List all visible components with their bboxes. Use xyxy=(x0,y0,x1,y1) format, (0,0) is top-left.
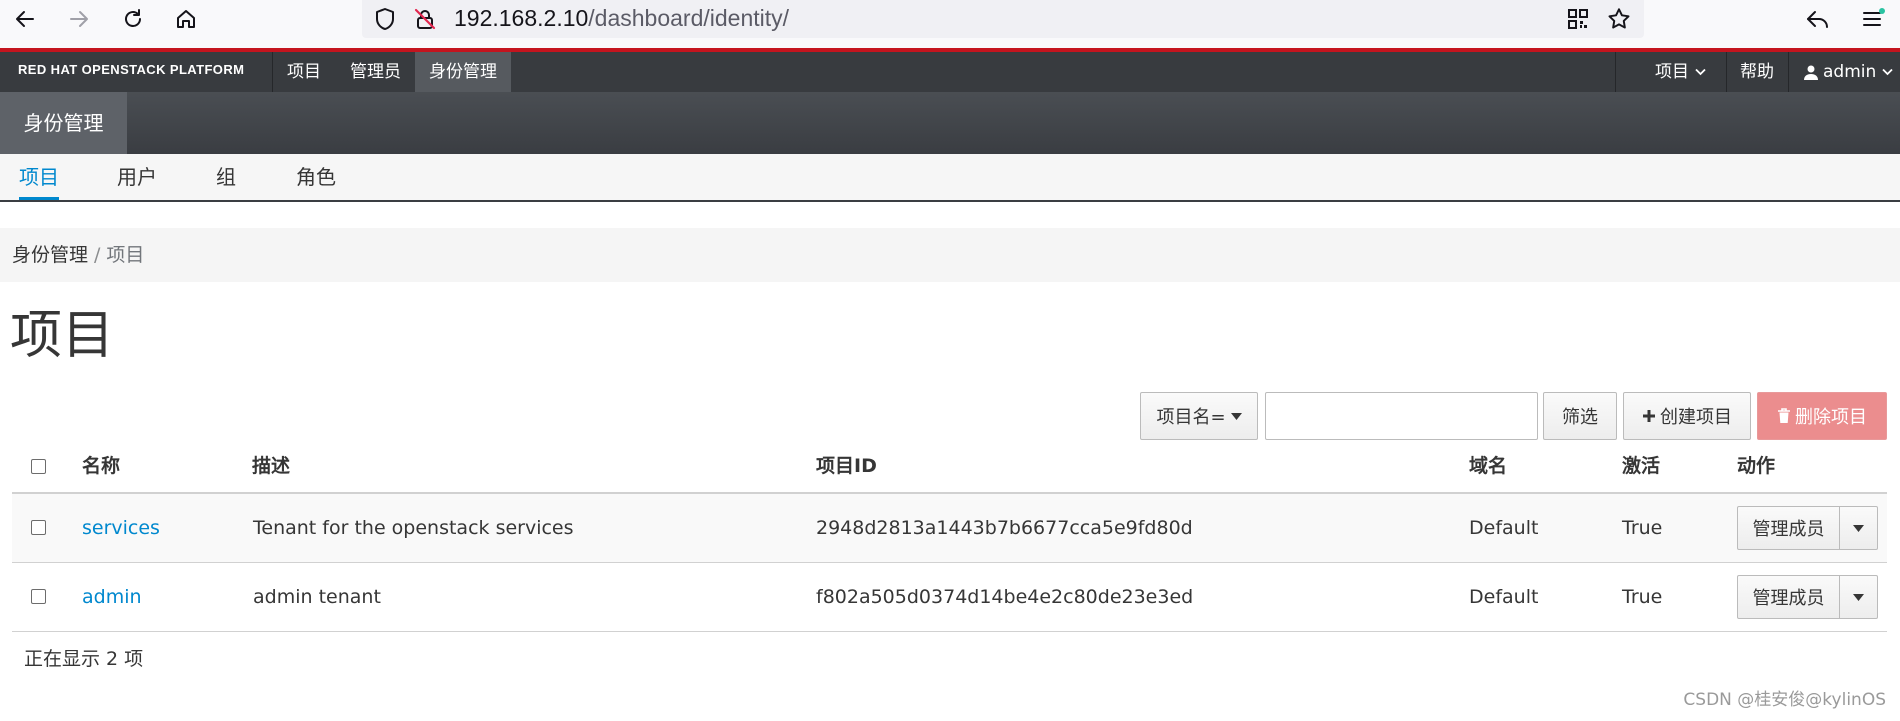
project-dropdown-label: 项目 xyxy=(1655,62,1689,82)
table-header: 名称 描述 项目ID 域名 激活 动作 xyxy=(12,440,1887,494)
project-description: Tenant for the openstack services xyxy=(253,517,574,539)
row-checkbox[interactable] xyxy=(31,589,46,604)
browser-toolbar: 192.168.2.10/dashboard/identity/ xyxy=(0,0,1900,49)
nav-divider xyxy=(1788,52,1789,92)
tab-users[interactable]: 用户 xyxy=(117,154,157,200)
delete-project-label: 删除项目 xyxy=(1795,407,1867,428)
project-name-link[interactable]: admin xyxy=(82,563,142,631)
create-project-label: 创建项目 xyxy=(1660,407,1732,428)
manage-members-button[interactable]: 管理成员 xyxy=(1737,506,1840,550)
user-dropdown[interactable]: admin xyxy=(1790,52,1900,92)
topnav-item-identity[interactable]: 身份管理 xyxy=(415,52,511,92)
breadcrumb: 身份管理 / 项目 xyxy=(0,228,1900,282)
row-actions-dropdown-toggle[interactable] xyxy=(1840,575,1878,619)
help-link[interactable]: 帮助 xyxy=(1726,52,1788,92)
user-dropdown-label: admin xyxy=(1823,62,1877,82)
share-back-icon xyxy=(1807,11,1828,28)
select-all-checkbox[interactable] xyxy=(31,459,46,474)
insecure-lock-icon xyxy=(414,8,436,30)
shield-icon xyxy=(376,8,394,30)
project-enabled: True xyxy=(1622,586,1663,608)
bookmark-star-icon xyxy=(1608,8,1630,29)
home-icon xyxy=(177,10,195,28)
connection-insecure-button[interactable] xyxy=(410,4,440,34)
breadcrumb-current: 项目 xyxy=(106,244,145,266)
user-icon xyxy=(1804,65,1818,80)
project-id: f802a505d0374d14be4e2c80de23e3ed xyxy=(816,586,1194,608)
table-row: admin admin tenant f802a505d0374d14be4e2… xyxy=(12,563,1887,632)
url-path: /dashboard/identity/ xyxy=(588,5,790,31)
address-bar[interactable]: 192.168.2.10/dashboard/identity/ xyxy=(362,0,1644,38)
bookmark-button[interactable] xyxy=(1604,4,1634,34)
breadcrumb-root[interactable]: 身份管理 xyxy=(12,244,88,266)
column-header-project-id[interactable]: 项目ID xyxy=(816,440,877,492)
back-button[interactable] xyxy=(6,2,44,36)
project-name-link[interactable]: services xyxy=(82,494,160,562)
item-count: 正在显示 2 项 xyxy=(24,648,144,670)
reload-icon xyxy=(125,9,141,27)
brand-logo[interactable]: RED HAT OPENSTACK PLATFORM xyxy=(18,52,244,92)
qr-code-button[interactable] xyxy=(1563,4,1593,34)
row-actions-dropdown-toggle[interactable] xyxy=(1840,506,1878,550)
row-actions: 管理成员 xyxy=(1737,575,1878,619)
project-enabled: True xyxy=(1622,517,1663,539)
trash-icon xyxy=(1778,408,1790,423)
manage-members-button[interactable]: 管理成员 xyxy=(1737,575,1840,619)
nav-divider xyxy=(1615,52,1616,92)
project-domain: Default xyxy=(1469,517,1539,539)
tab-projects[interactable]: 项目 xyxy=(19,154,59,200)
qr-code-icon xyxy=(1568,9,1588,29)
chevron-down-icon xyxy=(1695,68,1706,76)
section-tabs: 项目 用户 组 角色 xyxy=(0,154,1900,202)
forward-arrow-icon xyxy=(70,11,88,27)
panel-tab-identity[interactable]: 身份管理 xyxy=(0,92,127,154)
row-checkbox[interactable] xyxy=(31,520,46,535)
chevron-down-icon xyxy=(1882,68,1893,76)
caret-down-icon xyxy=(1230,412,1242,420)
tab-groups[interactable]: 组 xyxy=(216,154,236,200)
projects-table: 名称 描述 项目ID 域名 激活 动作 services Tenant for … xyxy=(12,440,1887,632)
url-host: 192.168.2.10 xyxy=(454,5,589,31)
topnav-item-project[interactable]: 项目 xyxy=(273,52,335,92)
create-project-button[interactable]: 创建项目 xyxy=(1623,392,1751,440)
filter-field-dropdown[interactable]: 项目名= xyxy=(1140,392,1258,440)
breadcrumb-separator: / xyxy=(94,244,101,266)
column-header-description[interactable]: 描述 xyxy=(252,440,290,492)
delete-project-button[interactable]: 删除项目 xyxy=(1757,392,1887,440)
panel-header: 身份管理 xyxy=(0,92,1900,154)
url-text[interactable]: 192.168.2.10/dashboard/identity/ xyxy=(454,3,789,33)
watermark: CSDN @桂安俊@kylinOS xyxy=(1683,690,1886,710)
filter-button[interactable]: 筛选 xyxy=(1543,392,1617,440)
project-dropdown[interactable]: 项目 xyxy=(1641,52,1720,92)
topnav-item-admin[interactable]: 管理员 xyxy=(336,52,415,92)
table-row: services Tenant for the openstack servic… xyxy=(12,494,1887,563)
filter-field-label: 项目名= xyxy=(1156,407,1226,428)
reload-button[interactable] xyxy=(114,2,152,36)
app-menu-button[interactable] xyxy=(1854,2,1892,36)
share-back-button[interactable] xyxy=(1799,2,1837,36)
tab-roles[interactable]: 角色 xyxy=(296,154,336,200)
caret-down-icon xyxy=(1853,524,1864,532)
column-header-domain[interactable]: 域名 xyxy=(1469,440,1507,492)
plus-icon xyxy=(1643,410,1655,422)
project-id: 2948d2813a1443b7b6677cca5e9fd80d xyxy=(816,517,1193,539)
filter-input[interactable] xyxy=(1265,392,1538,440)
page-title: 项目 xyxy=(10,306,115,366)
home-button[interactable] xyxy=(167,2,205,36)
column-header-enabled[interactable]: 激活 xyxy=(1622,440,1660,492)
row-actions: 管理成员 xyxy=(1737,506,1878,550)
project-domain: Default xyxy=(1469,586,1539,608)
caret-down-icon xyxy=(1853,593,1864,601)
column-header-name[interactable]: 名称 xyxy=(82,440,120,492)
tracking-protection-button[interactable] xyxy=(370,4,400,34)
menu-icon xyxy=(1863,8,1885,26)
back-arrow-icon xyxy=(16,11,34,27)
top-navigation: RED HAT OPENSTACK PLATFORM 项目 管理员 身份管理 项… xyxy=(0,52,1900,92)
column-header-actions: 动作 xyxy=(1737,455,1776,477)
project-description: admin tenant xyxy=(253,586,381,608)
forward-button[interactable] xyxy=(60,2,98,36)
